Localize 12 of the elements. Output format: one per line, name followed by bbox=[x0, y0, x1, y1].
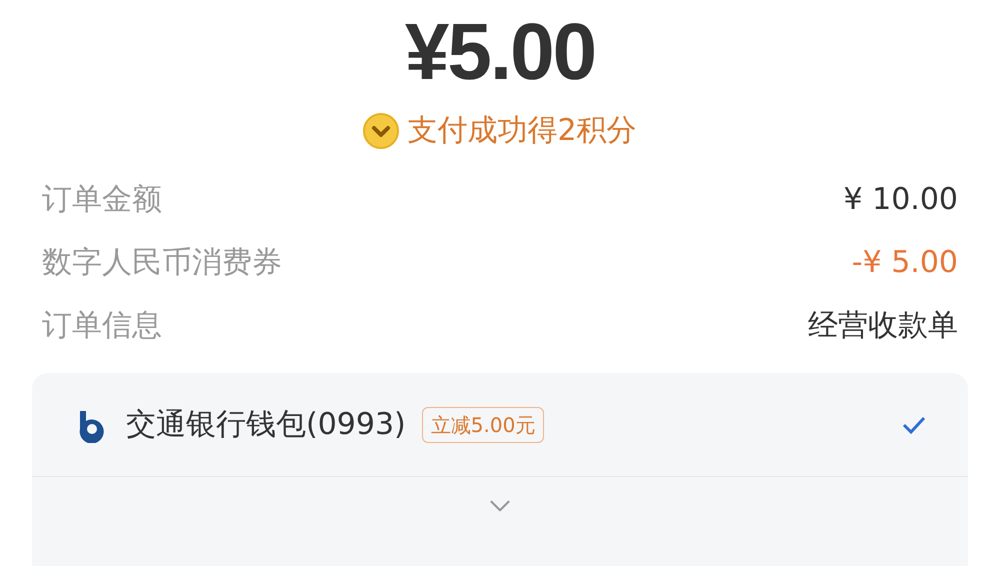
payment-option[interactable]: 交通银行钱包(0993) 立减5.00元 bbox=[32, 373, 968, 477]
discount-tag: 立减5.00元 bbox=[422, 406, 544, 442]
amount: ¥5.00 bbox=[404, 12, 596, 92]
coin-icon bbox=[363, 112, 400, 148]
bank-name: 交通银行钱包(0993) bbox=[126, 406, 406, 444]
detail-value: -¥ 5.00 bbox=[852, 244, 958, 282]
detail-label: 订单金额 bbox=[42, 180, 162, 218]
detail-label: 数字人民币消费券 bbox=[42, 244, 282, 282]
detail-value: 经营收款单 bbox=[808, 306, 958, 344]
detail-value: ¥ 10.00 bbox=[843, 180, 958, 218]
detail-label: 订单信息 bbox=[42, 306, 162, 344]
points-note: 支付成功得2积分 bbox=[407, 112, 637, 150]
